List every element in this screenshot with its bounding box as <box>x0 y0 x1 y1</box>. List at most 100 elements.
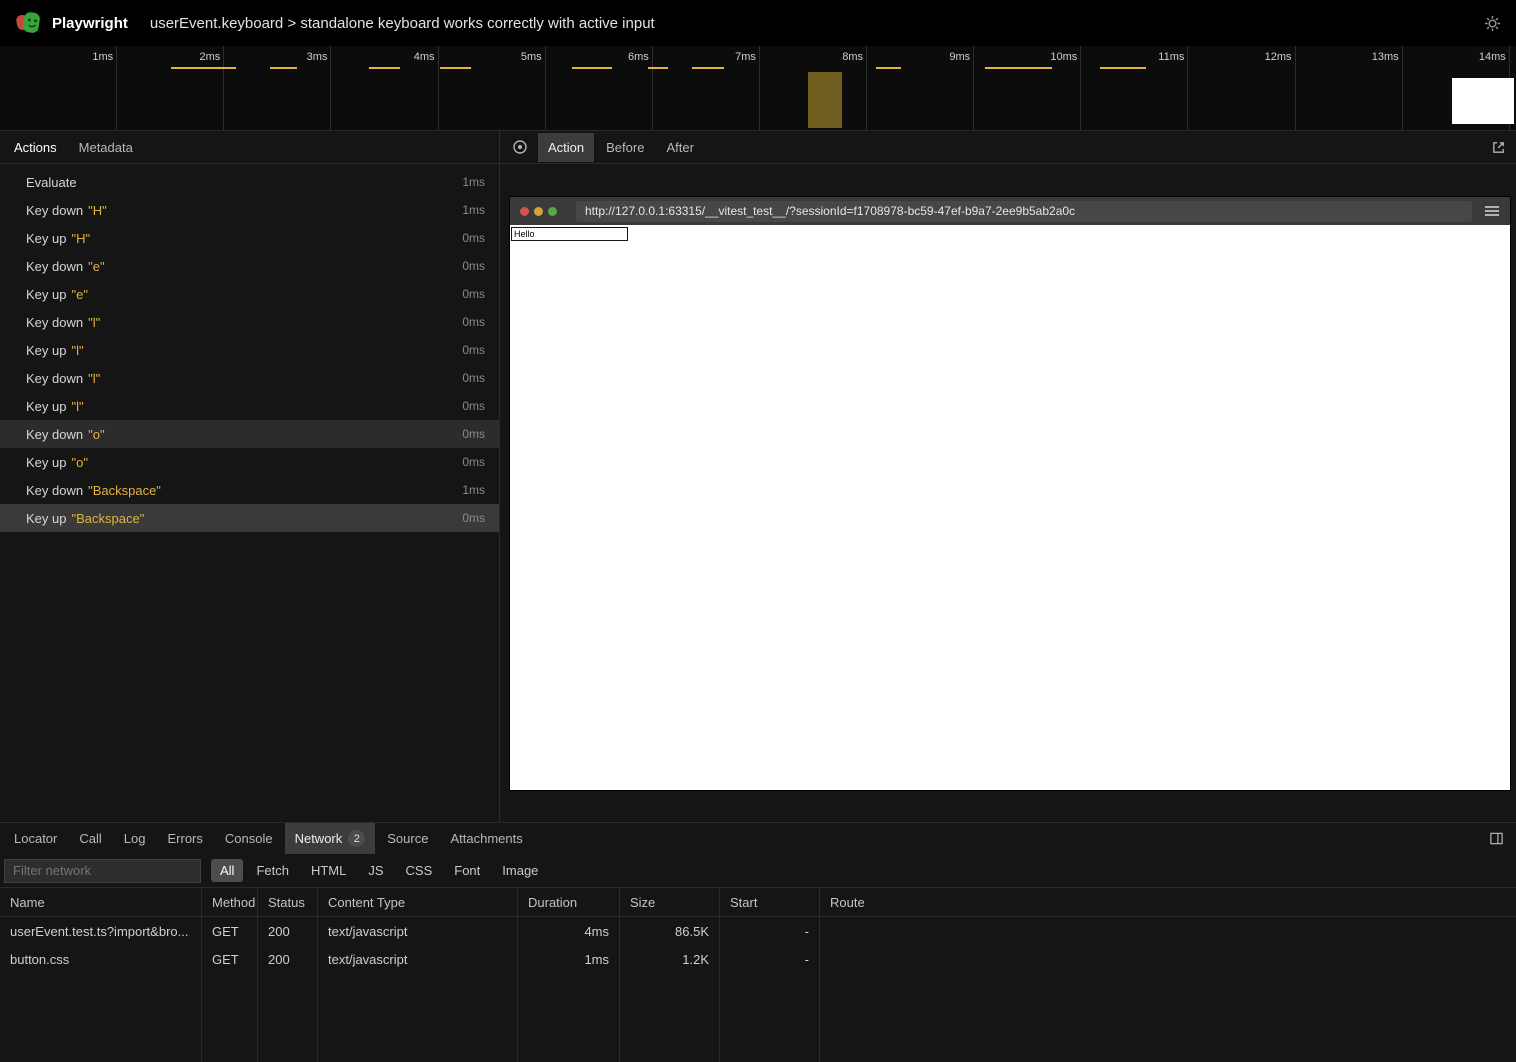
filter-chip-fetch[interactable]: Fetch <box>247 859 298 882</box>
external-link-icon[interactable] <box>1491 140 1506 155</box>
timeline-ms-label: 10ms <box>974 46 1081 130</box>
network-col-route[interactable]: Route <box>820 888 1516 917</box>
timeline-action-tick[interactable] <box>692 67 724 69</box>
network-table: NameMethodStatusContent TypeDurationSize… <box>0 887 1516 1062</box>
network-col-duration[interactable]: Duration <box>518 888 620 917</box>
action-row[interactable]: Key up"e"0ms <box>0 280 499 308</box>
network-col-content-type[interactable]: Content Type <box>318 888 518 917</box>
timeline-ms-label: 9ms <box>867 46 974 130</box>
address-bar-url: http://127.0.0.1:63315/__vitest_test__/?… <box>585 204 1075 218</box>
network-cell-duration[interactable]: 1ms <box>518 945 620 973</box>
settings-gear-icon[interactable] <box>1483 14 1502 33</box>
timeline-action-tick[interactable] <box>985 67 1052 69</box>
network-col-method[interactable]: Method <box>202 888 258 917</box>
tab-action[interactable]: Action <box>538 133 594 162</box>
network-col-start[interactable]: Start <box>720 888 820 917</box>
network-cell-status[interactable]: 200 <box>258 917 318 945</box>
tab-errors[interactable]: Errors <box>157 824 212 853</box>
network-cell-name[interactable]: userEvent.test.ts?import&bro... <box>0 917 202 945</box>
network-filler-cell <box>518 973 620 1062</box>
network-cell-duration[interactable]: 4ms <box>518 917 620 945</box>
action-key-value: "H" <box>71 231 90 246</box>
timeline-selection[interactable] <box>808 72 842 128</box>
tab-label: Before <box>606 140 644 155</box>
timeline[interactable]: 1ms2ms3ms4ms5ms6ms7ms8ms9ms10ms11ms12ms1… <box>0 46 1516 131</box>
network-cell-method[interactable]: GET <box>202 945 258 973</box>
timeline-thumbnail[interactable] <box>1452 78 1514 124</box>
action-title: Key up <box>26 455 66 470</box>
network-cell-start[interactable]: - <box>720 917 820 945</box>
tab-metadata[interactable]: Metadata <box>69 133 143 162</box>
tab-locator[interactable]: Locator <box>4 824 67 853</box>
timeline-action-tick[interactable] <box>648 67 668 69</box>
timeline-action-tick[interactable] <box>1100 67 1146 69</box>
action-row[interactable]: Evaluate1ms <box>0 168 499 196</box>
action-title: Key up <box>26 511 66 526</box>
network-cell-route[interactable] <box>820 917 1516 945</box>
sidebar-toggle-icon[interactable] <box>1489 831 1504 846</box>
tab-after[interactable]: After <box>656 133 703 162</box>
hamburger-menu-icon[interactable] <box>1484 204 1500 218</box>
action-row[interactable]: Key up"H"0ms <box>0 224 499 252</box>
action-row[interactable]: Key down"e"0ms <box>0 252 499 280</box>
action-row[interactable]: Key up"l"0ms <box>0 336 499 364</box>
timeline-action-tick[interactable] <box>876 67 901 69</box>
network-cell-content_type[interactable]: text/javascript <box>318 945 518 973</box>
filter-chip-js[interactable]: JS <box>359 859 392 882</box>
network-cell-status[interactable]: 200 <box>258 945 318 973</box>
filter-chip-image[interactable]: Image <box>493 859 547 882</box>
top-bar: Playwright userEvent.keyboard > standalo… <box>0 0 1516 46</box>
network-col-name[interactable]: Name <box>0 888 202 917</box>
timeline-action-tick[interactable] <box>572 67 612 69</box>
timeline-ms-label: 6ms <box>546 46 653 130</box>
action-row[interactable]: Key down"o"0ms <box>0 420 499 448</box>
address-bar[interactable]: http://127.0.0.1:63315/__vitest_test__/?… <box>576 201 1472 222</box>
tab-call[interactable]: Call <box>69 824 111 853</box>
filter-chip-css[interactable]: CSS <box>397 859 442 882</box>
action-duration: 0ms <box>462 427 491 441</box>
network-cell-size[interactable]: 86.5K <box>620 917 720 945</box>
traffic-light-red-icon <box>520 207 529 216</box>
tab-source[interactable]: Source <box>377 824 438 853</box>
action-row[interactable]: Key down"l"0ms <box>0 308 499 336</box>
network-cell-name[interactable]: button.css <box>0 945 202 973</box>
network-col-status[interactable]: Status <box>258 888 318 917</box>
network-cell-content_type[interactable]: text/javascript <box>318 917 518 945</box>
tab-attachments[interactable]: Attachments <box>440 824 532 853</box>
filter-chip-all[interactable]: All <box>211 859 243 882</box>
action-row[interactable]: Key down"l"0ms <box>0 364 499 392</box>
tab-log[interactable]: Log <box>114 824 156 853</box>
tab-label: Call <box>79 831 101 846</box>
action-row[interactable]: Key up"Backspace"0ms <box>0 504 499 532</box>
timeline-ms-label: 1ms <box>10 46 117 130</box>
page-text-input[interactable] <box>511 227 628 241</box>
network-cell-size[interactable]: 1.2K <box>620 945 720 973</box>
action-key-value: "l" <box>88 371 100 386</box>
tab-before[interactable]: Before <box>596 133 654 162</box>
timeline-action-tick[interactable] <box>369 67 400 69</box>
action-row[interactable]: Key up"l"0ms <box>0 392 499 420</box>
main-split: ActionsMetadata Evaluate1msKey down"H"1m… <box>0 131 1516 822</box>
action-duration: 0ms <box>462 259 491 273</box>
timeline-action-tick[interactable] <box>440 67 471 69</box>
tab-network[interactable]: Network2 <box>285 823 376 854</box>
network-cell-method[interactable]: GET <box>202 917 258 945</box>
action-row[interactable]: Key up"o"0ms <box>0 448 499 476</box>
target-icon[interactable] <box>512 139 528 155</box>
action-row[interactable]: Key down"Backspace"1ms <box>0 476 499 504</box>
filter-chip-html[interactable]: HTML <box>302 859 355 882</box>
network-filter-input[interactable] <box>4 859 201 883</box>
network-cell-route[interactable] <box>820 945 1516 973</box>
timeline-action-tick[interactable] <box>270 67 297 69</box>
snapshot-tabstrip: Action Before After <box>500 131 1516 164</box>
network-cell-start[interactable]: - <box>720 945 820 973</box>
action-key-value: "o" <box>71 455 87 470</box>
bottom-tabs: Locator Call LogErrorsConsoleNetwork2Sourc… <box>4 823 533 854</box>
tab-console[interactable]: Console <box>215 824 283 853</box>
filter-chip-font[interactable]: Font <box>445 859 489 882</box>
network-col-size[interactable]: Size <box>620 888 720 917</box>
action-row[interactable]: Key down"H"1ms <box>0 196 499 224</box>
timeline-action-tick[interactable] <box>171 67 236 69</box>
tab-actions[interactable]: Actions <box>4 133 67 162</box>
action-key-value: "l" <box>88 315 100 330</box>
